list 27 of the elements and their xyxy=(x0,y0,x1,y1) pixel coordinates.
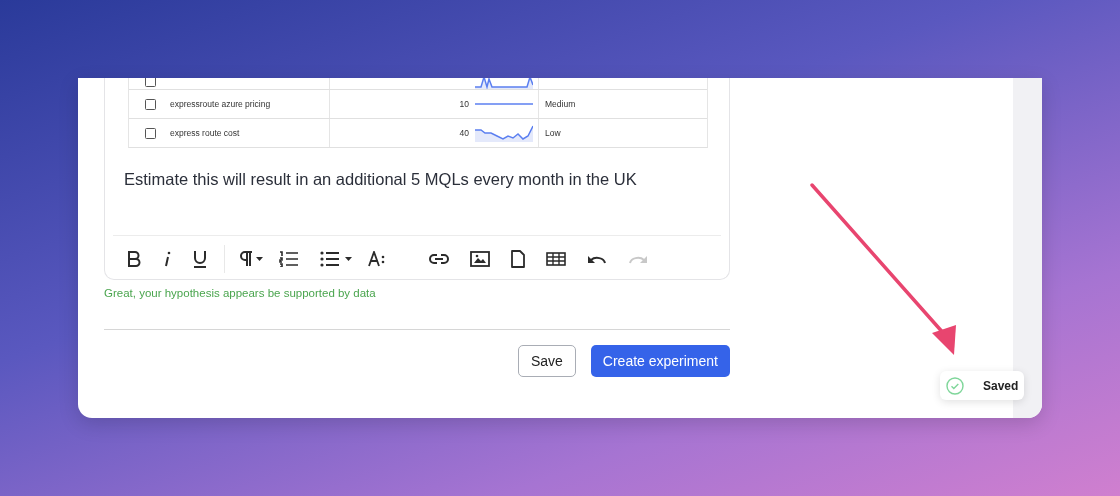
numbered-list-icon[interactable] xyxy=(279,250,299,267)
link-icon[interactable] xyxy=(429,253,449,264)
competition-text: Medium xyxy=(545,99,576,109)
underline-icon[interactable] xyxy=(193,249,207,268)
create-button[interactable]: Create experiment xyxy=(590,345,730,377)
editor-text: Estimate this will result in an additional 5 MQLs every month in the UK xyxy=(123,169,638,190)
toast-label: Saved xyxy=(983,378,1019,393)
italic-icon[interactable] xyxy=(162,250,172,267)
table-icon[interactable] xyxy=(546,251,566,266)
volume-text: 10 xyxy=(459,99,469,109)
checkbox[interactable] xyxy=(145,98,156,110)
validation-message: Great, your hypothesis appears be supported by data xyxy=(104,287,377,299)
volume-text: 40 xyxy=(459,128,469,138)
font-size-icon[interactable] xyxy=(368,250,386,267)
file-icon[interactable] xyxy=(511,249,525,268)
undo-icon[interactable] xyxy=(587,253,607,264)
bold-icon[interactable] xyxy=(127,250,141,267)
save-button[interactable]: Save xyxy=(517,345,576,377)
competition-text: Low xyxy=(545,128,561,138)
keyword-text: expressroute azure pricing xyxy=(170,99,271,109)
paragraph-dropdown-icon[interactable] xyxy=(239,250,265,267)
check-circle-icon xyxy=(946,376,964,395)
bullet-list-dropdown-icon[interactable] xyxy=(320,250,354,267)
keyword-text: express route cost xyxy=(170,128,240,138)
checkbox[interactable] xyxy=(145,127,156,139)
image-icon[interactable] xyxy=(470,250,490,267)
checkbox[interactable] xyxy=(145,78,156,87)
